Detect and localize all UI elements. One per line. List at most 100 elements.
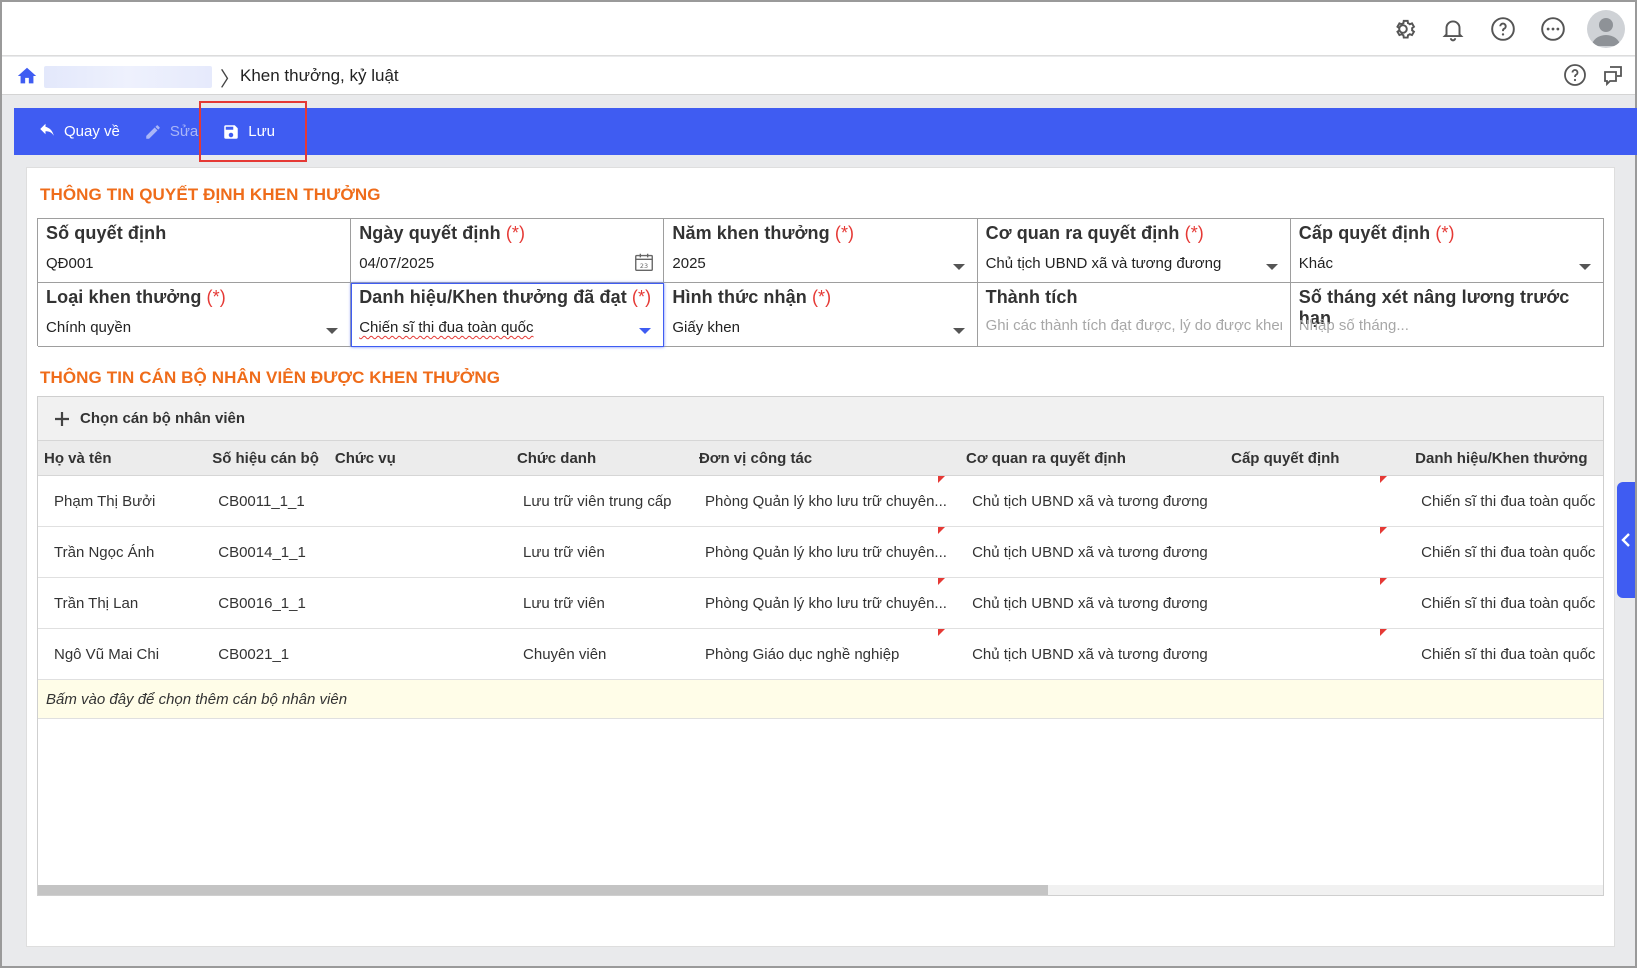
early-raise-months-input[interactable] xyxy=(1298,317,1595,334)
add-employee-label: Chọn cán bộ nhân viên xyxy=(80,410,246,427)
decision-number-field[interactable]: Số quyết định QĐ001 xyxy=(38,219,352,283)
field-label: Danh hiệu/Khen thưởng đã đạt (*) xyxy=(359,287,652,307)
undo-icon xyxy=(40,123,54,136)
cell-name: Ngô Vũ Mai Chi xyxy=(54,645,160,663)
reward-type-value[interactable]: Chính quyền xyxy=(46,319,131,336)
more-icon[interactable] xyxy=(1537,13,1569,45)
decision-date-field[interactable]: Ngày quyết định (*) 04/07/2025 23 xyxy=(351,219,665,283)
decision-form: Số quyết định QĐ001 Ngày quyết định (*) … xyxy=(37,218,1604,347)
plus-icon xyxy=(55,411,69,426)
field-label: Cấp quyết định (*) xyxy=(1298,223,1455,243)
field-label: Loại khen thưởng (*) xyxy=(46,287,226,307)
title-achieved-value[interactable]: Chiến sĩ thi đua toàn quốc xyxy=(359,319,533,336)
field-label: Thành tích xyxy=(985,287,1078,307)
chevron-down-icon[interactable] xyxy=(1265,264,1278,270)
cell-name: Phạm Thị Bưởi xyxy=(54,492,156,510)
cell-award: Chiến sĩ thi đua toàn quốc xyxy=(1421,594,1596,612)
breadcrumb-current: Khen thưởng, kỷ luật xyxy=(240,66,399,85)
reward-year-value[interactable]: 2025 xyxy=(672,255,705,272)
side-panel-toggle[interactable] xyxy=(1617,482,1635,598)
svg-text:23: 23 xyxy=(640,262,648,270)
decision-date-value[interactable]: 04/07/2025 xyxy=(359,255,434,272)
column-header[interactable]: Cấp quyết định xyxy=(1221,450,1405,467)
changed-flag-icon xyxy=(938,527,945,534)
column-header[interactable]: Họ và tên xyxy=(38,450,202,467)
changed-flag-icon xyxy=(1380,629,1387,636)
chevron-down-icon[interactable] xyxy=(326,328,339,334)
column-header[interactable]: Đơn vị công tác xyxy=(689,450,956,467)
cell-title: Lưu trữ viên xyxy=(523,594,605,612)
cell-code: CB0016_1_1 xyxy=(218,594,306,612)
cell-unit: Phòng Giáo dục nghề nghiệp xyxy=(705,645,900,663)
field-label: Số quyết định xyxy=(46,223,167,243)
column-header[interactable]: Danh hiệu/Khen thưởng xyxy=(1405,450,1603,467)
table-row[interactable]: Trần Ngọc Ánh CB0014_1_1 Lưu trữ viên Ph… xyxy=(38,527,1603,578)
title-achieved-field[interactable]: Danh hiệu/Khen thưởng đã đạt (*) Chiến s… xyxy=(351,283,665,347)
chevron-down-icon[interactable] xyxy=(1579,264,1591,270)
chevron-down-icon[interactable] xyxy=(952,264,965,270)
receive-form-field[interactable]: Hình thức nhận (*) Giấy khen xyxy=(664,283,978,347)
chevron-down-icon[interactable] xyxy=(952,328,965,334)
reward-type-field[interactable]: Loại khen thưởng (*) Chính quyền xyxy=(38,283,352,347)
bell-icon[interactable] xyxy=(1437,13,1469,45)
decision-section-title: THÔNG TIN QUYẾT ĐỊNH KHEN THƯỞNG xyxy=(40,185,381,204)
help-icon[interactable] xyxy=(1563,63,1587,91)
cell-award: Chiến sĩ thi đua toàn quốc xyxy=(1421,492,1596,510)
horizontal-scrollbar[interactable] xyxy=(38,885,1603,895)
pencil-icon xyxy=(146,124,160,139)
early-raise-months-field[interactable]: Số tháng xét nâng lương trước hạn xyxy=(1290,283,1604,347)
receive-form-value[interactable]: Giấy khen xyxy=(672,319,740,336)
chevron-down-icon[interactable] xyxy=(639,328,652,334)
cell-name: Trần Thị Lan xyxy=(54,594,139,612)
cell-award: Chiến sĩ thi đua toàn quốc xyxy=(1421,543,1596,561)
home-icon[interactable] xyxy=(16,65,38,87)
reward-year-field[interactable]: Năm khen thưởng (*) 2025 xyxy=(664,219,978,283)
feedback-icon[interactable] xyxy=(1601,63,1625,91)
employee-section-title: THÔNG TIN CÁN BỘ NHÂN VIÊN ĐƯỢC KHEN THƯ… xyxy=(40,368,501,387)
edit-label: Sửa xyxy=(169,123,199,140)
cell-unit: Phòng Quản lý kho lưu trữ chuyên... xyxy=(705,543,947,561)
changed-flag-icon xyxy=(938,629,945,636)
chevron-left-icon xyxy=(1621,533,1630,547)
table-row[interactable]: Trần Thị Lan CB0016_1_1 Lưu trữ viên Phò… xyxy=(38,578,1603,629)
back-button[interactable]: Quay về xyxy=(26,108,132,155)
decision-level-field[interactable]: Cấp quyết định (*) Khác xyxy=(1290,219,1604,283)
add-employee-button[interactable]: Chọn cán bộ nhân viên xyxy=(38,397,1603,441)
achievement-input[interactable] xyxy=(985,317,1282,334)
column-header[interactable]: Chức vụ xyxy=(325,450,507,467)
cell-agency: Chủ tịch UBND xã và tương đương xyxy=(972,492,1208,510)
gear-icon[interactable] xyxy=(1387,13,1419,45)
scrollbar-thumb[interactable] xyxy=(38,885,1048,895)
field-label: Ngày quyết định (*) xyxy=(359,223,526,243)
column-header[interactable]: Cơ quan ra quyết định xyxy=(956,450,1221,467)
calendar-icon[interactable]: 23 xyxy=(633,251,655,273)
cell-code: CB0014_1_1 xyxy=(218,543,306,561)
top-bar xyxy=(2,2,1635,56)
column-header[interactable]: Số hiệu cán bộ xyxy=(202,450,325,467)
save-button-highlight xyxy=(199,101,307,162)
main-panel: THÔNG TIN QUYẾT ĐỊNH KHEN THƯỞNG Số quyế… xyxy=(26,167,1615,947)
cell-unit: Phòng Quản lý kho lưu trữ chuyên... xyxy=(705,492,947,510)
issuing-agency-field[interactable]: Cơ quan ra quyết định (*) Chủ tịch UBND … xyxy=(977,219,1291,283)
changed-flag-icon xyxy=(938,476,945,483)
achievement-field[interactable]: Thành tích xyxy=(977,283,1291,347)
cell-code: CB0021_1 xyxy=(218,645,290,663)
changed-flag-icon xyxy=(1380,476,1387,483)
avatar[interactable] xyxy=(1587,10,1625,48)
decision-number-value[interactable]: QĐ001 xyxy=(46,255,94,272)
decision-level-value[interactable]: Khác xyxy=(1299,255,1333,272)
add-more-employees-hint[interactable]: Bấm vào đây để chọn thêm cán bộ nhân viê… xyxy=(38,680,1603,719)
column-header[interactable]: Chức danh xyxy=(507,450,689,467)
help-icon[interactable] xyxy=(1487,13,1519,45)
issuing-agency-value[interactable]: Chủ tịch UBND xã và tương đương xyxy=(986,255,1222,272)
field-label: Năm khen thưởng (*) xyxy=(672,223,855,243)
cell-title: Lưu trữ viên xyxy=(523,543,605,561)
cell-award: Chiến sĩ thi đua toàn quốc xyxy=(1421,645,1596,663)
cell-name: Trần Ngọc Ánh xyxy=(54,543,155,561)
breadcrumb-parent-redacted[interactable] xyxy=(44,66,212,88)
employee-grid: Chọn cán bộ nhân viên Họ và tên Số hiệu … xyxy=(37,396,1604,896)
table-row[interactable]: Ngô Vũ Mai Chi CB0021_1 Chuyên viên Phòn… xyxy=(38,629,1603,680)
cell-title: Lưu trữ viên trung cấp xyxy=(523,492,672,510)
cell-code: CB0011_1_1 xyxy=(218,492,305,510)
table-row[interactable]: Phạm Thị Bưởi CB0011_1_1 Lưu trữ viên tr… xyxy=(38,476,1603,527)
